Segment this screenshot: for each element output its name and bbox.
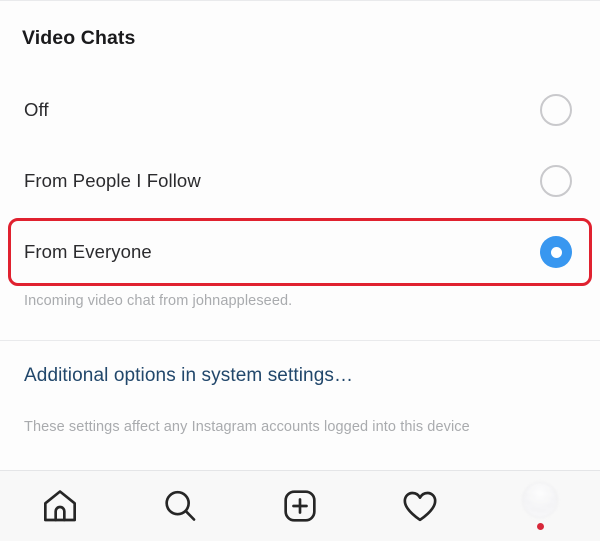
system-settings-link[interactable]: Additional options in system settings… — [24, 365, 353, 387]
avatar-image — [522, 482, 558, 518]
option-row-off[interactable]: Off — [0, 75, 600, 145]
page-title: Video Chats — [22, 27, 136, 49]
search-icon — [160, 486, 200, 526]
radio-selected-icon[interactable] — [540, 236, 572, 268]
nav-item-add-post[interactable] — [257, 471, 343, 541]
option-caption: Incoming video chat from johnappleseed. — [24, 293, 293, 309]
option-row-from-people-i-follow[interactable]: From People I Follow — [0, 146, 600, 216]
settings-footnote: These settings affect any Instagram acco… — [24, 419, 470, 435]
home-icon — [40, 486, 80, 526]
nav-item-search[interactable] — [137, 471, 223, 541]
bottom-navigation-bar — [0, 471, 600, 541]
settings-content: Video Chats Off From People I Follow Fro… — [0, 1, 600, 470]
option-label-from-everyone: From Everyone — [24, 241, 152, 262]
profile-avatar[interactable] — [520, 482, 560, 530]
radio-unselected-icon[interactable] — [540, 94, 572, 126]
option-row-from-everyone[interactable]: From Everyone — [0, 217, 600, 287]
add-post-icon — [280, 486, 320, 526]
option-label-from-people-i-follow: From People I Follow — [24, 170, 201, 191]
nav-item-profile[interactable] — [497, 471, 583, 541]
notification-badge-dot — [536, 523, 544, 530]
video-chats-settings-screen: Video Chats Off From People I Follow Fro… — [0, 0, 600, 541]
radio-unselected-icon[interactable] — [540, 165, 572, 197]
nav-item-activity[interactable] — [377, 471, 463, 541]
section-divider — [0, 340, 600, 341]
heart-icon — [400, 486, 440, 526]
nav-item-home[interactable] — [17, 471, 103, 541]
option-label-off: Off — [24, 99, 49, 120]
